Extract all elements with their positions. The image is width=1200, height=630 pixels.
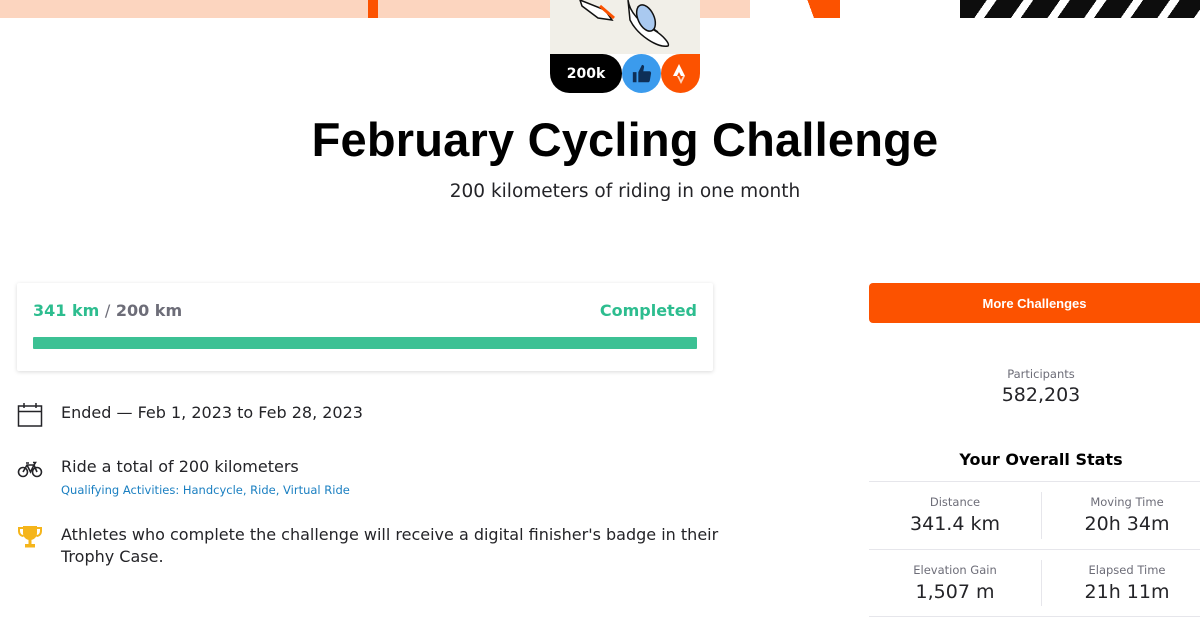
progress-values: 341 km / 200 km [33,301,182,320]
stat-label: Moving Time [1090,495,1164,509]
strava-logo-icon [672,63,685,84]
like-button[interactable] [622,54,661,93]
thumbs-up-icon [632,64,651,82]
progress-status: Completed [599,301,697,320]
stat-moving-time: Moving Time 20h 34m [1041,482,1200,549]
detail-goal-text: Ride a total of 200 kilometers [61,457,299,476]
detail-dates-text: Ended — Feb 1, 2023 to Feb 28, 2023 [61,403,363,422]
more-challenges-button[interactable]: More Challenges [869,283,1200,323]
calendar-icon [17,403,43,427]
participants-label: Participants [1007,367,1075,381]
trophy-icon [18,526,42,548]
badge-count: 200k [550,54,622,93]
challenge-badge: 200k [550,0,700,93]
hero-orange-shape [800,0,840,18]
stat-label: Distance [929,495,981,509]
cyclist-illustration-icon [579,0,670,47]
stat-value: 341.4 km [910,513,1000,535]
page-title: February Cycling Challenge [311,113,939,166]
stat-label: Elapsed Time [1088,563,1166,577]
participants-value: 582,203 [1001,384,1081,406]
stat-value: 21h 11m [1084,581,1170,603]
stat-label: Elevation Gain [913,563,997,577]
stats-row: Elevation Gain 1,507 m Elapsed Time 21h … [869,549,1200,617]
bicycle-icon [17,461,43,478]
hero-striped-panel [960,0,1200,18]
stat-distance: Distance 341.4 km [869,482,1041,549]
stats-heading: Your Overall Stats [959,450,1123,469]
badge-illustration [550,0,700,54]
stat-elapsed-time: Elapsed Time 21h 11m [1041,550,1200,616]
strava-logo [661,54,700,93]
progress-completed-value: 341 km [33,301,100,320]
stat-value: 1,507 m [915,581,995,603]
badge-footer: 200k [550,54,700,93]
qualifying-activities: Qualifying Activities: Handcycle, Ride, … [61,483,350,497]
stats-row: Distance 341.4 km Moving Time 20h 34m [869,481,1200,549]
progress-goal-value: 200 km [115,301,183,320]
stats-grid: Distance 341.4 km Moving Time 20h 34m El… [869,481,1200,617]
stat-value: 20h 34m [1084,513,1170,535]
detail-reward-text: Athletes who complete the challenge will… [61,525,719,566]
page-subtitle: 200 kilometers of riding in one month [449,181,801,202]
progress-separator: / [104,301,111,320]
progress-bar [33,337,697,349]
hero-orange-stripe [368,0,378,18]
progress-bar-fill [33,337,697,349]
stat-elevation-gain: Elevation Gain 1,507 m [869,550,1041,616]
progress-card: 341 km / 200 km Completed [17,283,713,371]
